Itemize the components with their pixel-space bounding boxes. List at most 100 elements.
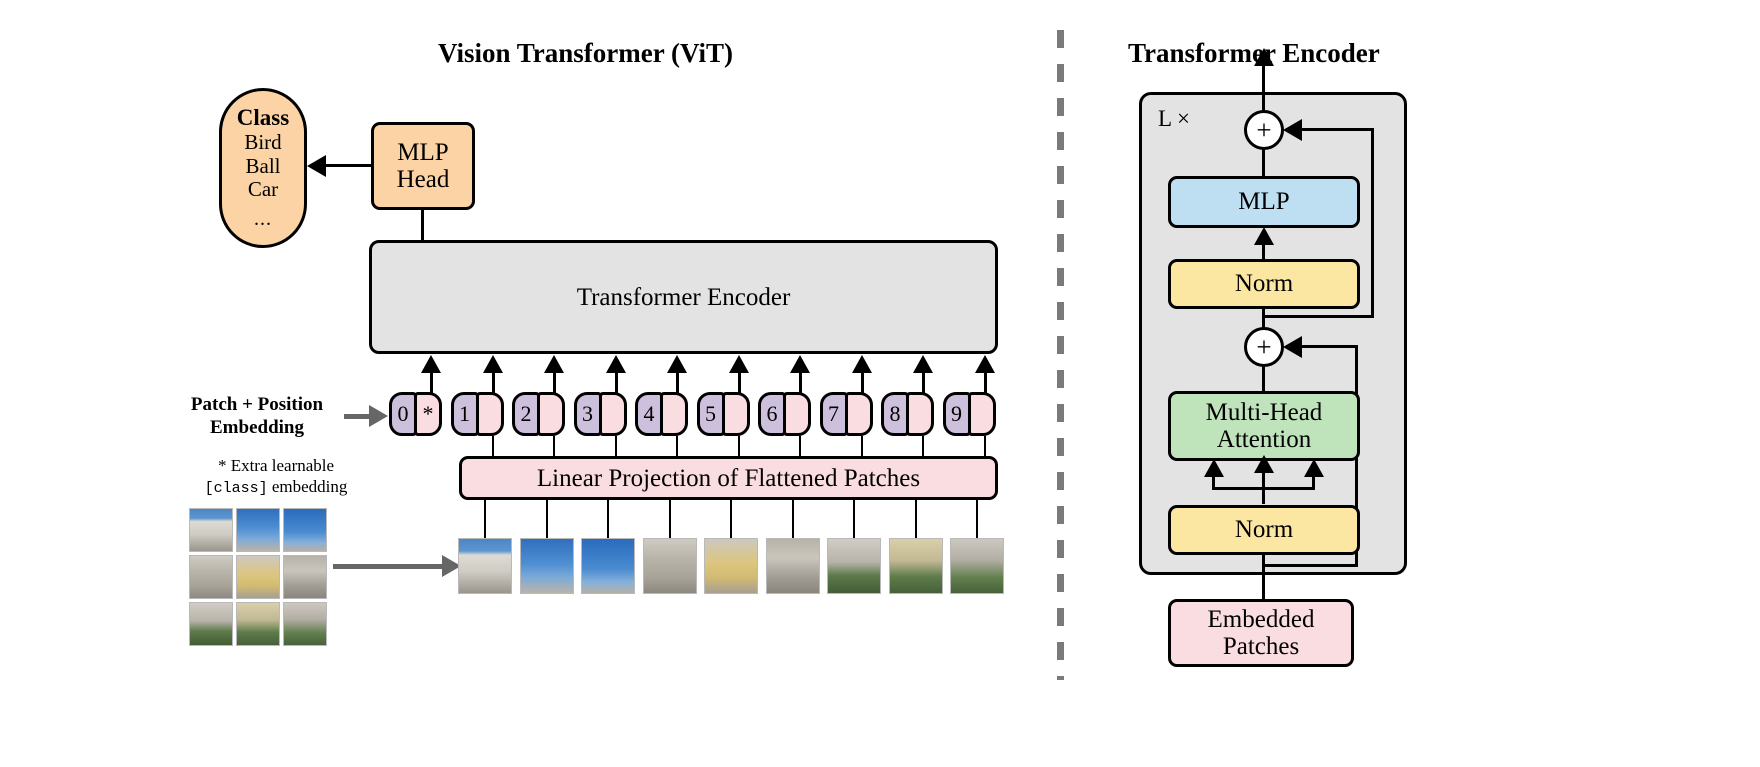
- patch-up-line-5: [730, 500, 732, 540]
- token-arrow-stem-6: [799, 372, 802, 394]
- token-down-line-8: [922, 436, 924, 458]
- token-patch-0: *: [414, 392, 442, 436]
- token-arrow-stem-2: [553, 372, 556, 394]
- mlp-head-box: MLP Head: [371, 122, 475, 210]
- token-arrow-head-8: [913, 355, 933, 373]
- token-position-7: 7: [819, 392, 848, 436]
- token-patch-2: [537, 392, 565, 436]
- flattened-patch-8: [888, 538, 943, 594]
- token-arrow-stem-9: [983, 372, 987, 394]
- token-down-line-4: [676, 436, 678, 458]
- token-patch-3: [598, 392, 627, 436]
- encoder-repeat-label: L ×: [1158, 106, 1190, 131]
- token-position-0: 0: [389, 392, 417, 436]
- source-image-cell-r2-c3: [283, 555, 327, 599]
- flattened-patch-3: [581, 538, 635, 594]
- token-2: 2: [512, 392, 565, 436]
- transformer-encoder-label: Transformer Encoder: [576, 283, 791, 311]
- patch-up-line-1: [484, 500, 486, 540]
- linear-projection-box: Linear Projection of Flattened Patches: [459, 456, 998, 500]
- token-3: 3: [573, 392, 627, 436]
- patch-up-line-4: [668, 500, 671, 540]
- source-image-cell-r1-c2: [236, 508, 280, 552]
- qkv-arrowhead-k: [1254, 455, 1274, 473]
- flattened-patch-1: [458, 538, 512, 594]
- source-image-cell-r1-c1: [189, 508, 233, 552]
- extra-note-tail: embedding: [267, 477, 348, 497]
- token-9: 9: [942, 392, 996, 436]
- token-1: 1: [450, 392, 504, 436]
- transformer-encoder-box: Transformer Encoder: [369, 240, 998, 354]
- flattened-patch-4: [642, 538, 697, 594]
- residual-add-top: +: [1244, 110, 1284, 150]
- token-position-9: 9: [942, 392, 971, 436]
- token-position-1: 1: [450, 392, 479, 436]
- encoder-mlp-label: MLP: [1238, 188, 1290, 216]
- flattened-patch-5: [704, 538, 758, 594]
- embedded-to-norm-line: [1262, 553, 1265, 603]
- patch-position-embedding-label: Patch + Position Embedding: [174, 394, 340, 440]
- encoder-mlp-box: MLP: [1168, 176, 1360, 228]
- mha-label-line2: Attention: [1216, 426, 1312, 453]
- patch-up-line-7: [853, 500, 855, 540]
- source-image-cell-r3-c2: [236, 602, 280, 646]
- flattened-patch-9: [950, 538, 1004, 594]
- patchpos-arrowhead: [369, 405, 388, 427]
- token-arrow-head-2: [544, 355, 564, 373]
- token-0: 0 *: [389, 392, 442, 436]
- patch-up-line-6: [791, 500, 794, 540]
- qkv-arrowhead-v: [1304, 459, 1324, 477]
- token-arrow-head-9: [974, 355, 995, 373]
- token-patch-4: [660, 392, 688, 436]
- mlp-to-plus-line: [1262, 148, 1265, 178]
- encoder-norm-top-box: Norm: [1168, 259, 1360, 309]
- encoder-norm-bottom-label: Norm: [1234, 516, 1294, 544]
- token-arrow-stem-1: [491, 372, 495, 394]
- token-arrow-stem-4: [676, 372, 679, 394]
- embedded-patches-line1: Embedded: [1207, 605, 1315, 633]
- token-position-5: 5: [696, 392, 725, 436]
- qkv-arrowhead-q: [1204, 459, 1224, 477]
- mha-label-line1: Multi-Head: [1205, 398, 1323, 426]
- source-image-cell-r1-c3: [283, 508, 327, 552]
- class-pill-header: Class: [236, 104, 290, 130]
- flattened-patch-7: [827, 538, 881, 594]
- patch-up-line-2: [545, 500, 548, 540]
- token-down-line-2: [553, 436, 555, 458]
- patch-up-line-9: [976, 500, 978, 540]
- patch-up-line-8: [914, 500, 917, 540]
- token-down-line-1: [491, 436, 494, 458]
- patch-position-line1: Patch + Position: [190, 394, 324, 415]
- mlp-head-line1: MLP: [397, 139, 449, 166]
- encoder-multihead-attention-box: Multi-Head Attention: [1168, 391, 1360, 461]
- mlp-head-line2: Head: [396, 166, 450, 193]
- mlp-to-encoder-line: [421, 208, 424, 244]
- token-patch-6: [783, 392, 811, 436]
- residual-add-mid: +: [1244, 327, 1284, 367]
- mlp-to-class-line: [325, 164, 372, 167]
- token-5: 5: [696, 392, 750, 436]
- encoder-norm-bottom-box: Norm: [1168, 505, 1360, 555]
- source-image-cell-r2-c1: [189, 555, 233, 599]
- token-4: 4: [635, 392, 688, 436]
- token-arrow-head-5: [728, 355, 749, 373]
- token-down-line-9: [983, 436, 986, 458]
- token-down-line-6: [799, 436, 801, 458]
- token-arrow-head-7: [851, 355, 872, 373]
- mha-to-plus-line: [1262, 365, 1265, 393]
- class-item-bird: Bird: [244, 130, 282, 155]
- token-arrow-head-1: [482, 355, 503, 373]
- plus-symbol-top: +: [1256, 114, 1272, 145]
- vit-title: Vision Transformer (ViT): [438, 38, 733, 68]
- residual-top-vline: [1371, 128, 1374, 318]
- token-arrow-head-6: [790, 355, 810, 373]
- source-image-cell-r3-c1: [189, 602, 233, 646]
- token-arrow-stem-5: [737, 372, 741, 394]
- residual-mid-tap-line: [1262, 564, 1358, 567]
- token-patch-1: [475, 392, 504, 436]
- token-down-line-5: [737, 436, 740, 458]
- patch-position-line2: Embedding: [210, 416, 304, 438]
- token-position-8: 8: [881, 392, 909, 436]
- token-patch-8: [906, 392, 934, 436]
- flattened-patch-2: [519, 538, 574, 594]
